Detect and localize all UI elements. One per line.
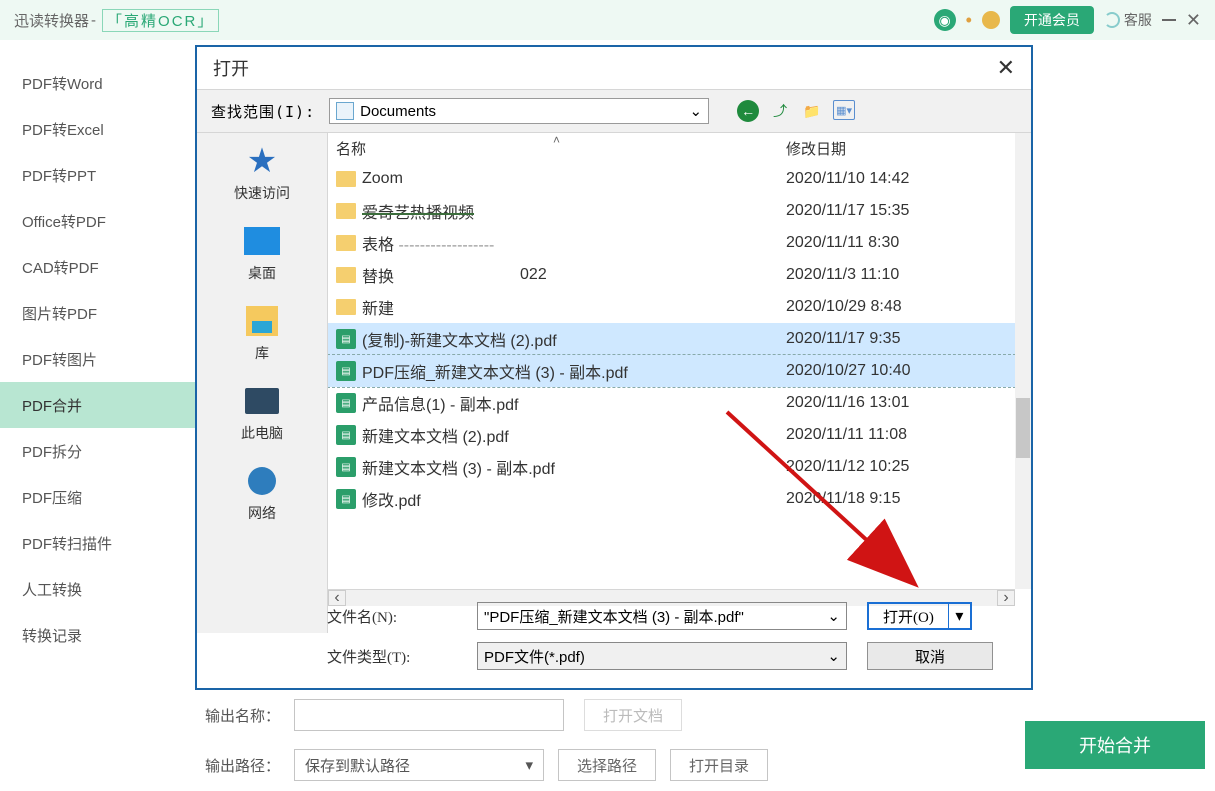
column-date[interactable]: 修改日期 [786, 138, 1031, 159]
output-name-label: 输出名称： [205, 705, 280, 726]
file-row[interactable]: 表格 ------------------2020/11/11 8:30 [328, 227, 1015, 259]
file-row[interactable]: ▤(复制)-新建文本文档 (2).pdf2020/11/17 9:35 [328, 323, 1015, 355]
minimize-button[interactable] [1162, 19, 1176, 21]
folder-icon [336, 299, 356, 315]
sidebar-item[interactable]: PDF转扫描件 [0, 520, 195, 566]
filetype-combo[interactable]: PDF文件(*.pdf) ⌄ [477, 642, 847, 670]
sidebar-item[interactable]: PDF转Word [0, 60, 195, 106]
places-bar: ★快速访问桌面库此电脑网络 [197, 133, 327, 633]
sidebar-item[interactable]: PDF转PPT [0, 152, 195, 198]
filename-combo[interactable]: "PDF压缩_新建文本文档 (3) - 副本.pdf" ⌄ [477, 602, 847, 630]
folder-icon [336, 235, 356, 251]
file-row[interactable]: ▤产品信息(1) - 副本.pdf2020/11/16 13:01 [328, 387, 1015, 419]
sort-indicator-icon: ˄ [553, 133, 560, 147]
cancel-button[interactable]: 取消 [867, 642, 993, 670]
sidebar-item[interactable]: PDF拆分 [0, 428, 195, 474]
select-path-button[interactable]: 选择路径 [558, 749, 656, 781]
places-item[interactable]: 此电脑 [241, 383, 283, 443]
places-item[interactable]: 桌面 [243, 223, 281, 283]
ocr-badge: 高精OCR [102, 9, 219, 32]
chevron-down-icon: ▾ [525, 756, 533, 774]
open-dir-button[interactable]: 打开目录 [670, 749, 768, 781]
pdf-icon: ▤ [336, 361, 356, 381]
sidebar-item[interactable]: 图片转PDF [0, 290, 195, 336]
output-name-input[interactable] [294, 699, 564, 731]
lookin-combo[interactable]: Documents ⌄ [329, 98, 709, 124]
sidebar-item[interactable]: PDF转图片 [0, 336, 195, 382]
title-bar: 迅读转换器 - 高精OCR ◉ • 开通会员 客服 ✕ [0, 0, 1215, 40]
filetype-label: 文件类型(T): [327, 646, 457, 667]
pdf-icon: ▤ [336, 489, 356, 509]
file-list: ˄ 名称 修改日期 Zoom2020/11/10 14:42爱奇艺热播视频202… [327, 133, 1031, 633]
sidebar-item[interactable]: 人工转换 [0, 566, 195, 612]
folder-icon [336, 203, 356, 219]
file-row[interactable]: 替换0222020/11/3 11:10 [328, 259, 1015, 291]
back-icon[interactable]: ← [737, 100, 759, 122]
chevron-down-icon: ⌄ [827, 647, 840, 665]
sidebar-item[interactable]: PDF压缩 [0, 474, 195, 520]
places-item[interactable]: ★快速访问 [234, 143, 290, 203]
open-button[interactable]: 打开(O) ▾ [867, 602, 972, 630]
lookin-label: 查找范围(I): [211, 101, 315, 122]
file-row[interactable]: ▤PDF压缩_新建文本文档 (3) - 副本.pdf2020/10/27 10:… [328, 355, 1015, 387]
sidebar-item[interactable]: PDF合并 [0, 382, 195, 428]
new-folder-icon[interactable]: 📁 [801, 100, 823, 122]
chevron-down-icon: ⌄ [690, 102, 703, 120]
vip-icon[interactable] [982, 11, 1000, 29]
filename-label: 文件名(N): [327, 606, 457, 627]
view-menu-icon[interactable]: ▦▾ [833, 100, 855, 120]
file-row[interactable]: ▤新建文本文档 (3) - 副本.pdf2020/11/12 10:25 [328, 451, 1015, 483]
pdf-icon: ▤ [336, 425, 356, 445]
user-avatar-icon[interactable]: ◉ [934, 9, 956, 31]
sidebar-item[interactable]: 转换记录 [0, 612, 195, 658]
sidebar: PDF转WordPDF转ExcelPDF转PPTOffice转PDFCAD转PD… [0, 40, 195, 791]
up-folder-icon[interactable]: ⤴ [769, 100, 791, 122]
open-dropdown-icon[interactable]: ▾ [948, 604, 970, 628]
file-row[interactable]: Zoom2020/11/10 14:42 [328, 163, 1015, 195]
folder-icon [336, 171, 356, 187]
sidebar-item[interactable]: PDF转Excel [0, 106, 195, 152]
service-button[interactable]: 客服 [1104, 10, 1152, 30]
chevron-down-icon: ⌄ [827, 607, 840, 625]
file-row[interactable]: ▤修改.pdf2020/11/18 9:15 [328, 483, 1015, 515]
dot-icon: • [966, 11, 972, 29]
column-name[interactable]: 名称 [336, 138, 786, 159]
dialog-close-button[interactable]: ✕ [997, 55, 1015, 81]
open-doc-button[interactable]: 打开文档 [584, 699, 682, 731]
start-merge-button[interactable]: 开始合并 [1025, 721, 1205, 769]
app-name: 迅读转换器 [14, 10, 89, 31]
file-row[interactable]: 新建2020/10/29 8:48 [328, 291, 1015, 323]
dialog-title: 打开 [213, 55, 249, 81]
pdf-icon: ▤ [336, 393, 356, 413]
output-path-dropdown[interactable]: 保存到默认路径 ▾ [294, 749, 544, 781]
refresh-icon [1104, 12, 1120, 28]
pdf-icon: ▤ [336, 329, 356, 349]
file-row[interactable]: ▤新建文本文档 (2).pdf2020/11/11 11:08 [328, 419, 1015, 451]
docs-folder-icon [336, 102, 354, 120]
folder-icon [336, 267, 356, 283]
output-path-label: 输出路径： [205, 755, 280, 776]
places-item[interactable]: 网络 [243, 463, 281, 523]
sidebar-item[interactable]: CAD转PDF [0, 244, 195, 290]
pdf-icon: ▤ [336, 457, 356, 477]
open-dialog: 打开 ✕ 查找范围(I): Documents ⌄ ← ⤴ 📁 ▦▾ ★快速访问… [195, 45, 1033, 690]
places-item[interactable]: 库 [243, 303, 281, 363]
sidebar-item[interactable]: Office转PDF [0, 198, 195, 244]
membership-button[interactable]: 开通会员 [1010, 6, 1094, 34]
close-button[interactable]: ✕ [1186, 10, 1201, 31]
file-row[interactable]: 爱奇艺热播视频2020/11/17 15:35 [328, 195, 1015, 227]
scrollbar-vertical[interactable] [1015, 133, 1031, 589]
